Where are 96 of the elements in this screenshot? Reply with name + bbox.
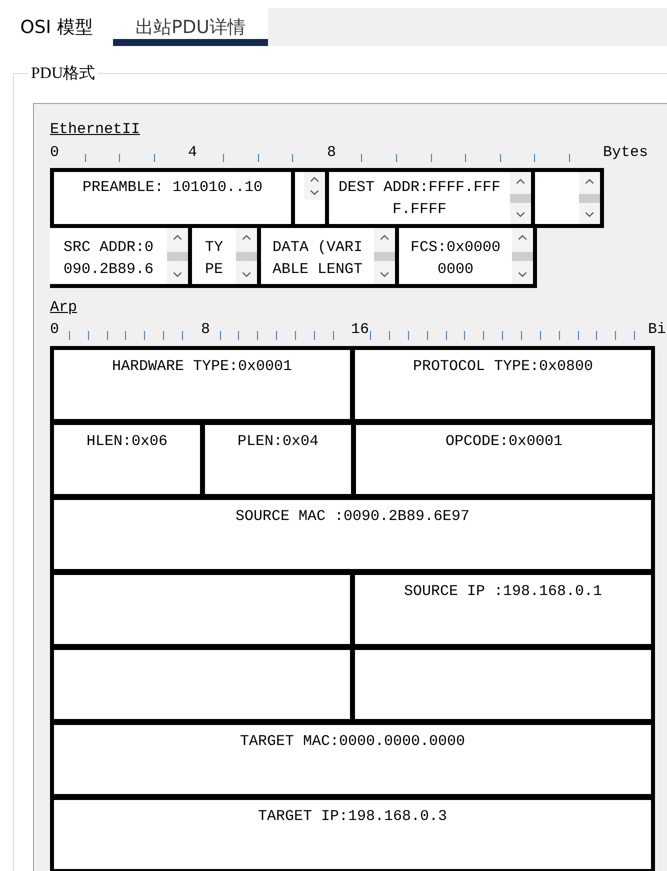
ruler-tick xyxy=(69,331,70,340)
field-cell: HLEN:0x06 xyxy=(54,425,200,494)
chevron-down-icon[interactable] xyxy=(380,272,389,277)
scrollbar[interactable] xyxy=(236,228,257,284)
ruler-tick xyxy=(163,331,164,340)
ruler-tick xyxy=(500,154,501,162)
ruler-tick xyxy=(634,331,635,340)
chevron-down-icon[interactable] xyxy=(242,272,251,277)
ruler-tick xyxy=(465,154,466,162)
ruler-tick xyxy=(182,331,183,340)
ruler-tick xyxy=(408,331,409,340)
chevron-up-icon[interactable] xyxy=(518,235,527,240)
ruler-tick xyxy=(396,154,397,162)
scrollbar[interactable] xyxy=(579,172,600,224)
ruler-tick xyxy=(314,331,315,340)
ruler-label: 8 xyxy=(327,144,336,161)
ruler-tick xyxy=(258,154,259,162)
field-cell: SOURCE MAC :0090.2B89.6E97 xyxy=(54,500,651,569)
chevron-down-icon[interactable] xyxy=(585,212,594,217)
scrollbar-thumb[interactable] xyxy=(512,252,533,260)
scrollbar[interactable] xyxy=(167,228,188,284)
ruler-tick xyxy=(578,331,579,340)
chevron-down-icon[interactable] xyxy=(310,190,319,195)
field-cell: OPCODE:0x0001 xyxy=(356,425,652,494)
ruler-tick xyxy=(107,331,108,340)
ruler-tick xyxy=(119,154,120,162)
section-title: Arp xyxy=(50,299,78,316)
ruler-tick xyxy=(125,331,126,340)
ruler-tick xyxy=(144,331,145,340)
ruler-label: 0 xyxy=(50,144,60,161)
chevron-up-icon[interactable] xyxy=(242,235,251,240)
chevron-up-icon[interactable] xyxy=(380,235,389,240)
chevron-up-icon[interactable] xyxy=(310,177,319,182)
ruler-tick xyxy=(292,154,293,162)
chevron-down-icon[interactable] xyxy=(173,272,182,277)
chevron-up-icon[interactable] xyxy=(585,179,594,184)
ruler-tick xyxy=(615,331,616,340)
ruler-tick xyxy=(223,154,224,162)
scrollbar[interactable] xyxy=(510,172,531,224)
ruler-tick xyxy=(521,331,522,340)
scrollbar-thumb[interactable] xyxy=(510,194,531,202)
ruler-tick xyxy=(85,154,86,162)
ruler-unit-label: Bytes xyxy=(603,144,648,161)
ruler-label: 4 xyxy=(188,144,198,161)
scrollbar[interactable] xyxy=(304,172,325,200)
ruler-tick xyxy=(540,331,541,340)
ruler-tick xyxy=(257,331,258,340)
scrollbar[interactable] xyxy=(374,228,395,284)
field-cell: TARGET MAC:0000.0000.0000 xyxy=(54,725,651,794)
field-cell: TARGET IP:198.168.0.3 xyxy=(54,800,651,869)
ruler-label: 0 xyxy=(50,321,60,338)
text-area-field[interactable]: DEST ADDR:FFFF.FFFF.FFFF xyxy=(329,172,531,224)
ruler-tick xyxy=(370,331,371,340)
chevron-down-icon[interactable] xyxy=(516,212,525,217)
field-cell: PROTOCOL TYPE:0x0800 xyxy=(355,350,651,419)
ruler-tick xyxy=(559,331,560,340)
ruler-tick xyxy=(276,331,277,340)
ruler-tick xyxy=(88,331,89,340)
ruler-tick xyxy=(446,331,447,340)
ruler-tick xyxy=(569,154,570,162)
ruler-tick xyxy=(295,331,296,340)
ruler-label: 8 xyxy=(201,321,210,338)
ruler-tick xyxy=(483,331,484,340)
field-cell: HARDWARE TYPE:0x0001 xyxy=(54,350,350,419)
ruler-tick xyxy=(333,331,334,340)
ruler-tick xyxy=(220,331,221,340)
scrollbar-thumb[interactable] xyxy=(374,252,395,260)
scrollbar-thumb[interactable] xyxy=(579,194,600,202)
ruler-unit-label: Bi xyxy=(648,321,666,338)
field-cell: SOURCE IP :198.168.0.1 xyxy=(355,575,651,644)
ruler-tick xyxy=(154,154,155,162)
ruler-tick xyxy=(431,154,432,162)
chevron-down-icon[interactable] xyxy=(518,272,527,277)
text-area-field[interactable] xyxy=(295,172,325,224)
scrollbar-thumb[interactable] xyxy=(167,252,188,260)
ruler-tick xyxy=(361,154,362,162)
chevron-up-icon[interactable] xyxy=(173,235,182,240)
field-cell: PLEN:0x04 xyxy=(205,425,351,494)
field-cell: PREAMBLE: 101010..10 xyxy=(54,172,291,224)
ruler-tick xyxy=(502,331,503,340)
chevron-up-icon[interactable] xyxy=(516,179,525,184)
text-area-field[interactable]: SRC ADDR:0090.2B89.6 xyxy=(50,228,188,284)
scrollbar-thumb[interactable] xyxy=(236,252,257,260)
ruler-label: 16 xyxy=(351,321,370,338)
ruler-tick xyxy=(389,331,390,340)
ruler-tick xyxy=(238,331,239,340)
ruler-tick xyxy=(427,331,428,340)
ruler-tick xyxy=(596,331,597,340)
text-area-field[interactable]: TYPE xyxy=(192,228,257,284)
ruler-tick xyxy=(534,154,535,162)
ruler-tick xyxy=(464,331,465,340)
text-area-field[interactable] xyxy=(535,172,600,224)
text-area-field[interactable]: FCS:0x00000000 xyxy=(399,228,533,284)
scrollbar[interactable] xyxy=(512,228,533,284)
section-title: EthernetII xyxy=(50,121,140,138)
text-area-field[interactable]: DATA (VARIABLE LENGT xyxy=(261,228,395,284)
